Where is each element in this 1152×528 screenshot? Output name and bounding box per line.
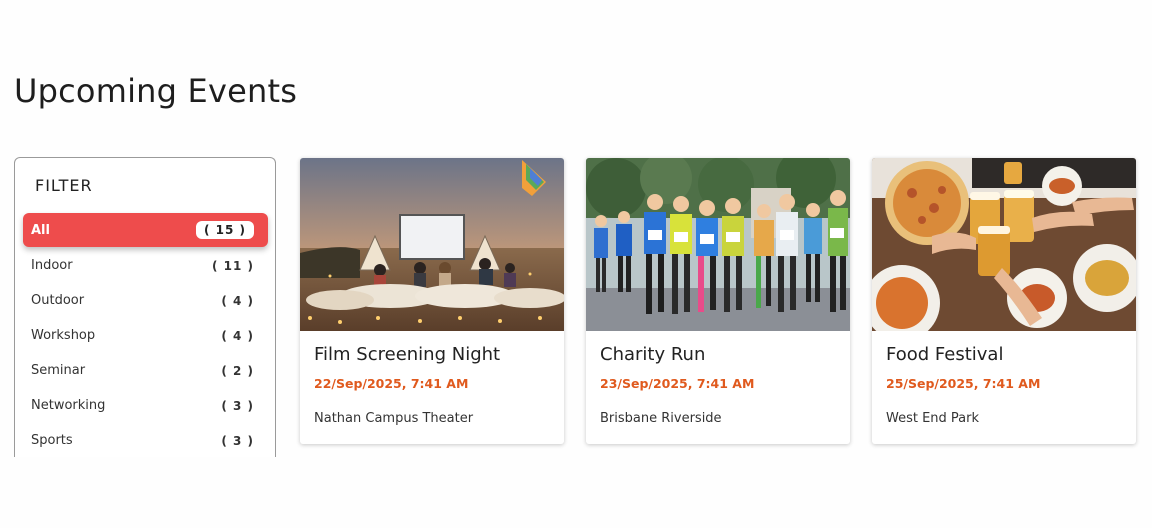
- event-date: 25/Sep/2025, 7:41 AM: [886, 376, 1041, 391]
- filter-item-label: Networking: [31, 398, 106, 413]
- filter-item-count: ( 4 ): [221, 293, 254, 308]
- filter-item-outdoor[interactable]: Outdoor ( 4 ): [23, 283, 268, 318]
- event-card-food-festival[interactable]: Food Festival 25/Sep/2025, 7:41 AM West …: [872, 158, 1136, 444]
- outdoor-movie-photo: [300, 158, 564, 331]
- filter-item-sports[interactable]: Sports ( 3 ): [23, 423, 268, 457]
- event-date: 23/Sep/2025, 7:41 AM: [600, 376, 755, 391]
- filter-item-label: Workshop: [31, 328, 96, 343]
- event-venue: Nathan Campus Theater: [314, 411, 474, 426]
- filter-item-label: Seminar: [31, 363, 86, 378]
- event-venue: West End Park: [886, 411, 980, 426]
- filter-item-label: Indoor: [31, 258, 73, 273]
- filter-item-networking[interactable]: Networking ( 3 ): [23, 388, 268, 423]
- page-title: Upcoming Events: [14, 72, 298, 110]
- marathon-runners-photo: [586, 158, 850, 331]
- filter-item-all[interactable]: All ( 15 ): [23, 213, 268, 247]
- event-title: Food Festival: [886, 344, 1004, 365]
- filter-item-indoor[interactable]: Indoor ( 11 ): [23, 248, 268, 283]
- filter-item-label: Sports: [31, 433, 73, 448]
- filter-list: All ( 15 ) Indoor ( 11 ) Outdoor ( 4 ) W…: [23, 213, 268, 457]
- pizza-beer-photo: [872, 158, 1136, 331]
- event-venue: Brisbane Riverside: [600, 411, 722, 426]
- filter-item-count: ( 2 ): [221, 363, 254, 378]
- event-card-charity-run[interactable]: Charity Run 23/Sep/2025, 7:41 AM Brisban…: [586, 158, 850, 444]
- filter-panel: FILTER All ( 15 ) Indoor ( 11 ) Outdoor …: [14, 157, 276, 457]
- filter-item-seminar[interactable]: Seminar ( 2 ): [23, 353, 268, 388]
- event-card-film-screening[interactable]: Film Screening Night 22/Sep/2025, 7:41 A…: [300, 158, 564, 444]
- filter-item-label: All: [31, 222, 50, 238]
- filter-item-workshop[interactable]: Workshop ( 4 ): [23, 318, 268, 353]
- filter-title: FILTER: [35, 176, 93, 195]
- event-image: [586, 158, 850, 331]
- event-image: [300, 158, 564, 331]
- filter-item-label: Outdoor: [31, 293, 85, 308]
- event-image: [872, 158, 1136, 331]
- event-date: 22/Sep/2025, 7:41 AM: [314, 376, 469, 391]
- filter-item-count: ( 3 ): [221, 398, 254, 413]
- filter-item-count: ( 4 ): [221, 328, 254, 343]
- event-title: Film Screening Night: [314, 344, 501, 365]
- filter-item-count: ( 15 ): [195, 221, 254, 239]
- event-title: Charity Run: [600, 344, 706, 365]
- filter-item-count: ( 11 ): [211, 258, 254, 273]
- filter-item-count: ( 3 ): [221, 433, 254, 448]
